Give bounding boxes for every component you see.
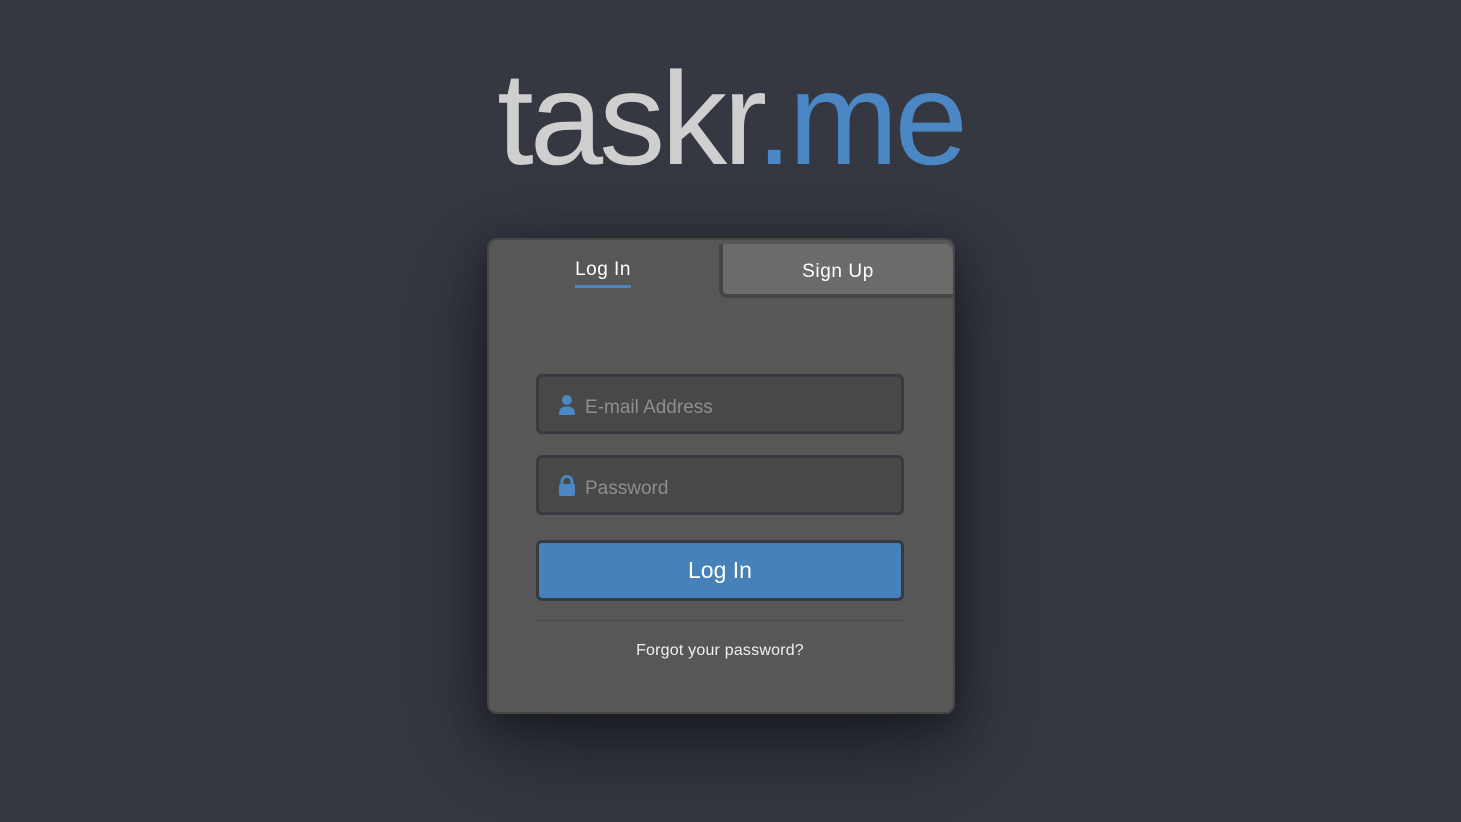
divider: [536, 620, 904, 621]
logo-main-text: taskr: [497, 45, 760, 192]
email-input[interactable]: [585, 377, 885, 435]
logo-accent-text: .me: [755, 45, 968, 192]
tab-signup-label: Sign Up: [802, 261, 874, 282]
password-field-wrapper: [536, 455, 904, 516]
forgot-password-link[interactable]: Forgot your password?: [536, 642, 904, 660]
tab-login-label: Log In: [575, 259, 631, 288]
auth-card: Log In Sign Up Log In Forgot your passwo…: [487, 238, 955, 714]
tab-signup[interactable]: Sign Up: [719, 244, 953, 298]
password-input[interactable]: [585, 458, 885, 516]
login-button[interactable]: Log In: [536, 540, 904, 601]
tab-login[interactable]: Log In: [489, 240, 717, 300]
user-icon: [557, 394, 577, 416]
lock-icon: [557, 474, 577, 497]
email-field-wrapper: [536, 374, 904, 435]
app-logo: taskr.me: [0, 44, 1461, 194]
